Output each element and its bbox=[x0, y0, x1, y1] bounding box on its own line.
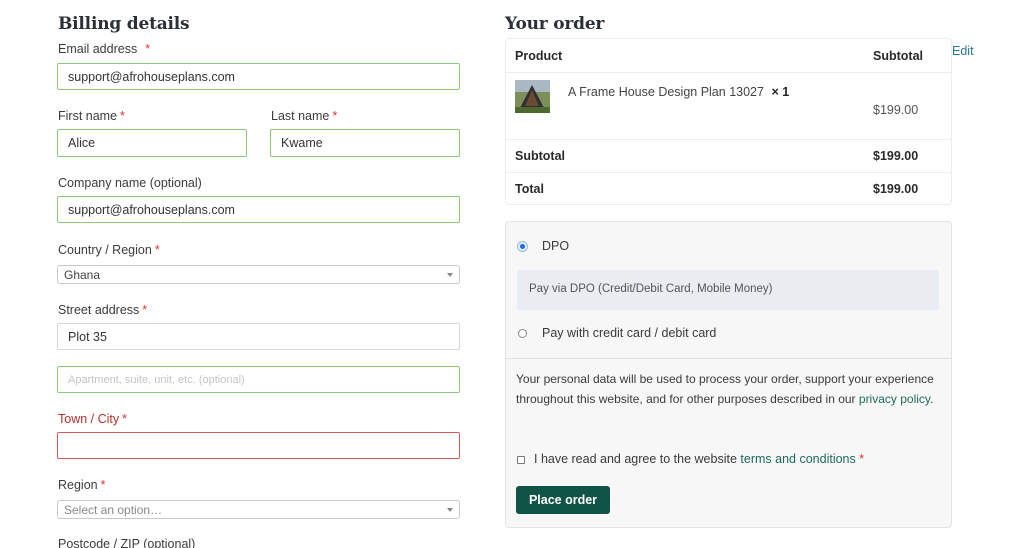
subtotal-label: Subtotal bbox=[515, 149, 565, 163]
street-label-text: Street address bbox=[58, 303, 140, 317]
payment-description: Pay via DPO (Credit/Debit Card, Mobile M… bbox=[517, 270, 939, 310]
col-product-header: Product bbox=[515, 49, 563, 63]
email-label: Email address * bbox=[58, 42, 150, 56]
table-header-row: Product Subtotal bbox=[506, 39, 951, 73]
product-price: $199.00 bbox=[873, 103, 919, 117]
product-name: A Frame House Design Plan 13027 × 1 bbox=[568, 85, 789, 99]
region-label: Region * bbox=[58, 478, 106, 492]
email-field[interactable]: support@afrohouseplans.com bbox=[57, 63, 460, 90]
caret-down-icon bbox=[447, 272, 453, 277]
required-mark: * bbox=[145, 42, 151, 56]
product-thumbnail bbox=[515, 80, 550, 113]
company-label: Company name (optional) bbox=[58, 176, 202, 190]
street-label: Street address * bbox=[58, 303, 147, 317]
privacy-end: . bbox=[930, 392, 934, 406]
last-name-field[interactable]: Kwame bbox=[270, 129, 460, 157]
terms-text: I have read and agree to the website bbox=[534, 452, 737, 466]
radio-selected-icon[interactable] bbox=[518, 242, 527, 251]
first-name-field[interactable]: Alice bbox=[57, 129, 247, 157]
total-value: $199.00 bbox=[873, 182, 919, 196]
caret-down-icon bbox=[447, 507, 453, 512]
last-name-label-text: Last name bbox=[271, 109, 330, 123]
street-address-field[interactable]: Plot 35 bbox=[57, 323, 460, 350]
town-label: Town / City * bbox=[58, 412, 127, 426]
table-row: A Frame House Design Plan 13027 × 1 $199… bbox=[506, 73, 951, 140]
col-subtotal-header: Subtotal bbox=[873, 49, 923, 63]
total-row: Total $199.00 bbox=[506, 173, 951, 205]
region-placeholder: Select an option… bbox=[64, 502, 163, 517]
radio-unselected-icon[interactable] bbox=[518, 329, 527, 338]
terms-label: I have read and agree to the website ter… bbox=[534, 452, 864, 466]
payment-box: DPO Pay via DPO (Credit/Debit Card, Mobi… bbox=[505, 221, 952, 528]
place-order-button[interactable]: Place order bbox=[516, 486, 610, 514]
country-label: Country / Region * bbox=[58, 243, 160, 257]
required-mark: * bbox=[332, 109, 338, 123]
divider bbox=[506, 358, 951, 359]
first-name-label: First name * bbox=[58, 109, 125, 123]
first-name-label-text: First name bbox=[58, 109, 118, 123]
town-label-text: Town / City bbox=[58, 412, 120, 426]
required-mark: * bbox=[120, 109, 125, 123]
apartment-placeholder: Apartment, suite, unit, etc. (optional) bbox=[68, 373, 245, 386]
company-field[interactable]: support@afrohouseplans.com bbox=[57, 196, 460, 223]
region-select[interactable]: Select an option… bbox=[57, 500, 460, 519]
last-name-value: Kwame bbox=[281, 136, 323, 150]
payment-option-card[interactable]: Pay with credit card / debit card bbox=[542, 326, 716, 340]
email-value: support@afrohouseplans.com bbox=[68, 69, 235, 84]
country-label-text: Country / Region bbox=[58, 243, 152, 257]
last-name-label: Last name * bbox=[271, 109, 337, 123]
order-table: Product Subtotal A Frame House Design Pl… bbox=[505, 38, 952, 205]
product-qty: × 1 bbox=[771, 85, 790, 99]
payment-description-text: Pay via DPO (Credit/Debit Card, Mobile M… bbox=[529, 283, 773, 295]
edit-link[interactable]: Edit bbox=[952, 44, 974, 58]
first-name-value: Alice bbox=[68, 136, 96, 150]
subtotal-value: $199.00 bbox=[873, 149, 919, 163]
required-mark: * bbox=[859, 452, 865, 466]
product-name-text: A Frame House Design Plan 13027 bbox=[568, 85, 764, 99]
order-title: Your order bbox=[505, 14, 605, 34]
payment-option-dpo[interactable]: DPO bbox=[542, 239, 569, 253]
region-label-text: Region bbox=[58, 478, 98, 492]
country-value: Ghana bbox=[64, 267, 101, 282]
required-mark: * bbox=[122, 412, 128, 426]
total-label: Total bbox=[515, 182, 544, 196]
country-select[interactable]: Ghana bbox=[57, 265, 460, 284]
privacy-notice: Your personal data will be used to proce… bbox=[516, 369, 936, 409]
checkbox-icon[interactable] bbox=[517, 456, 525, 464]
billing-title: Billing details bbox=[58, 14, 190, 34]
postcode-label: Postcode / ZIP (optional) bbox=[58, 537, 196, 548]
company-value: support@afrohouseplans.com bbox=[68, 202, 235, 217]
terms-link[interactable]: terms and conditions bbox=[740, 452, 855, 466]
subtotal-row: Subtotal $199.00 bbox=[506, 140, 951, 173]
required-mark: * bbox=[154, 243, 160, 257]
required-mark: * bbox=[100, 478, 106, 492]
required-mark: * bbox=[142, 303, 148, 317]
privacy-policy-link[interactable]: privacy policy bbox=[859, 392, 930, 406]
street-value: Plot 35 bbox=[68, 329, 107, 344]
apartment-field[interactable]: Apartment, suite, unit, etc. (optional) bbox=[57, 366, 460, 393]
email-label-text: Email address bbox=[58, 42, 138, 56]
town-field[interactable] bbox=[57, 432, 460, 459]
